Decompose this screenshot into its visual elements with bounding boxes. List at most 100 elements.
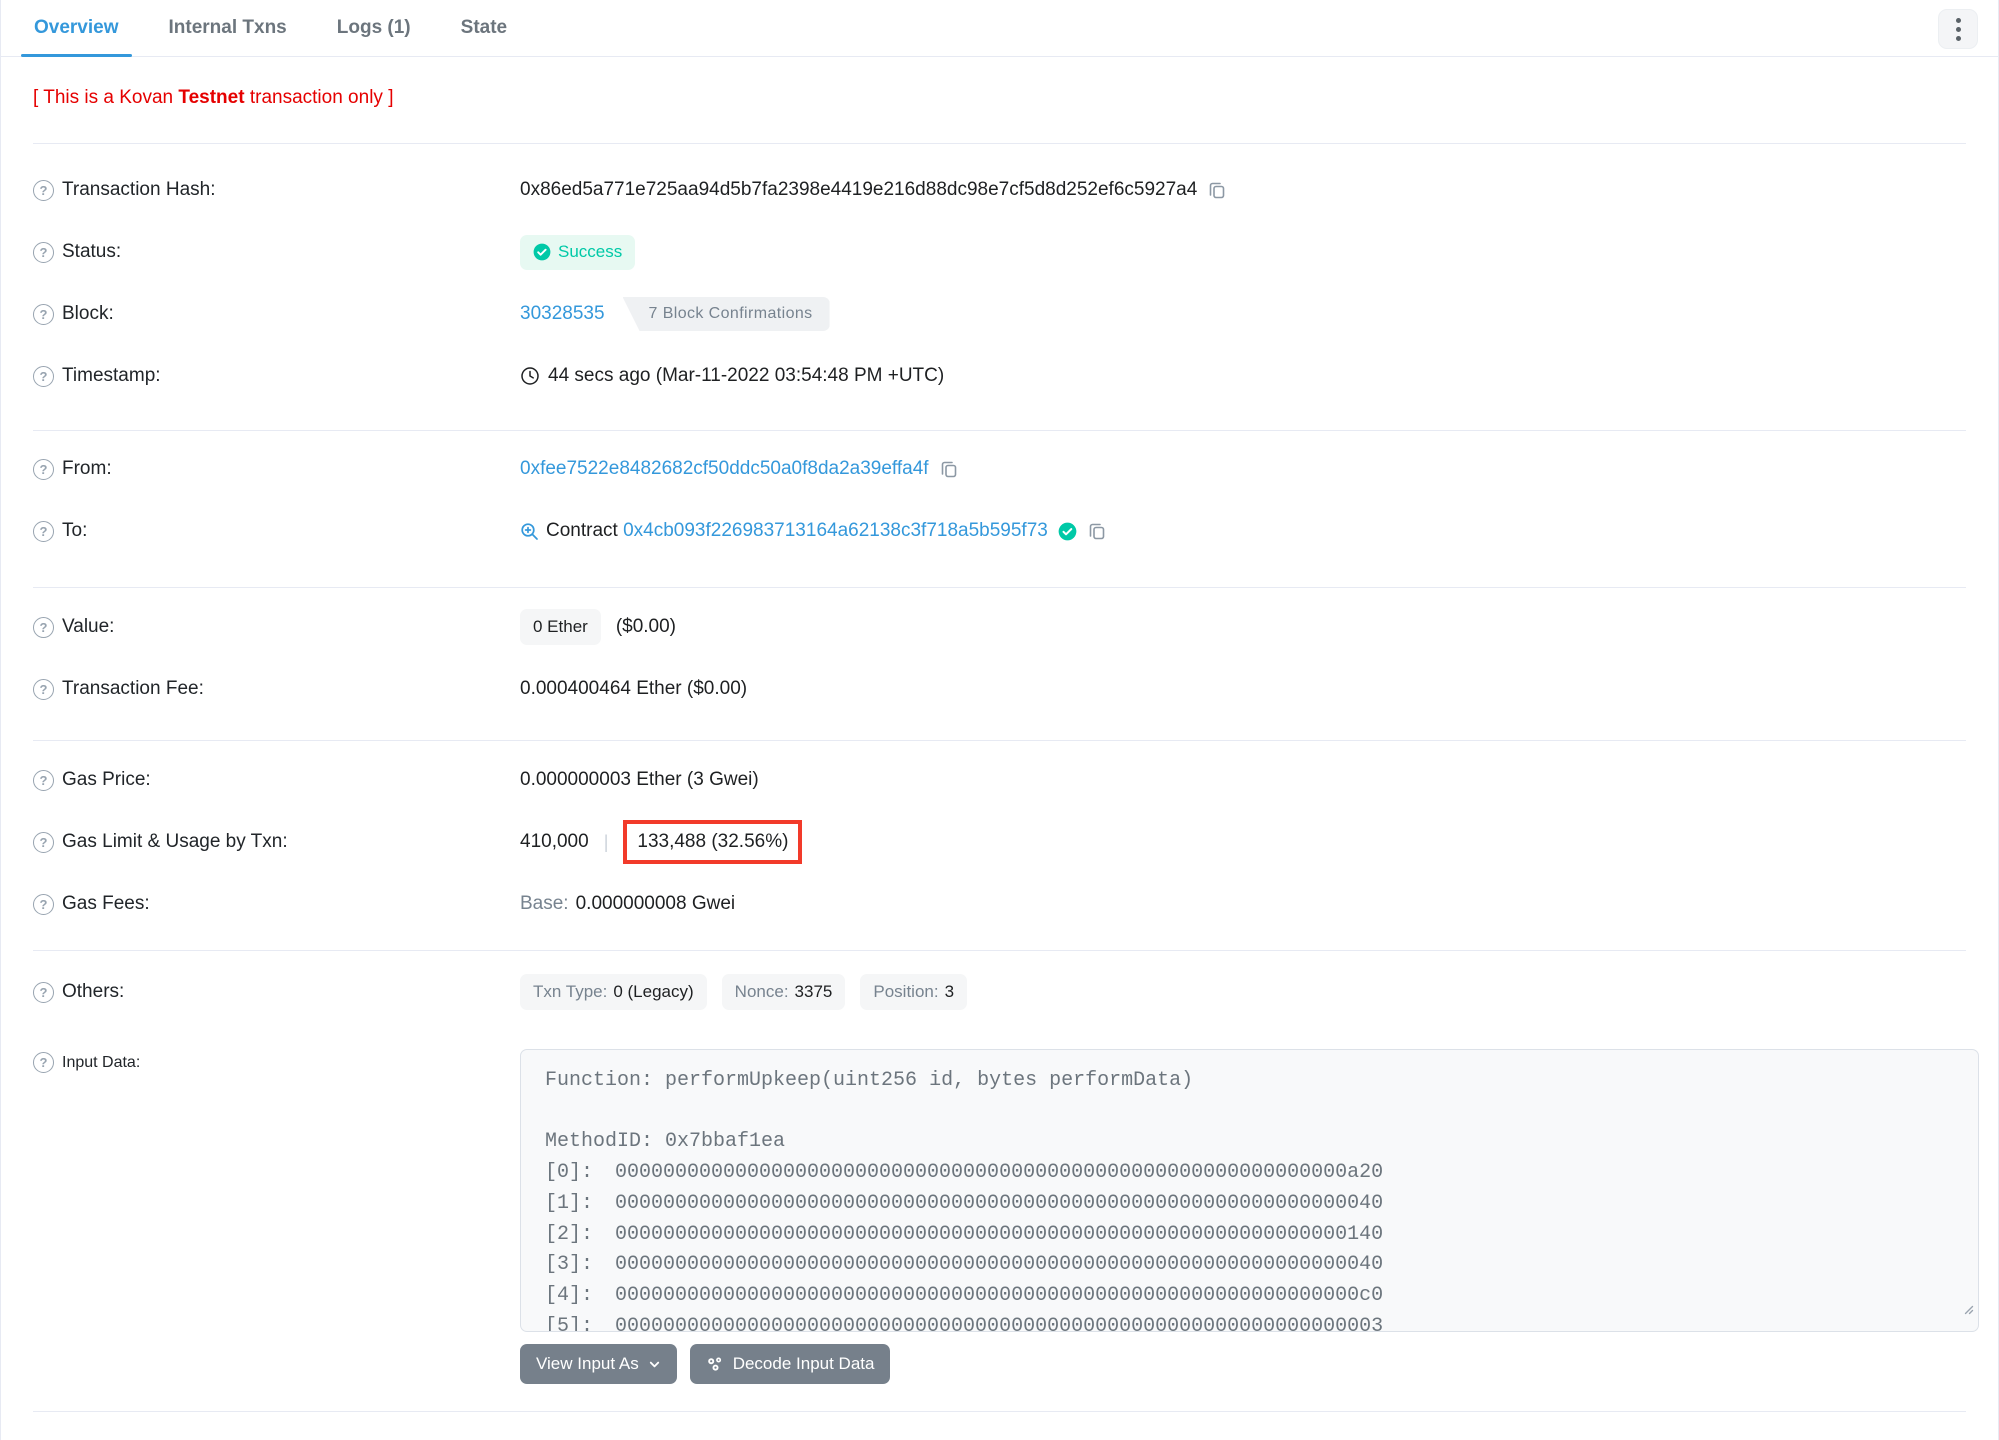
input-data-textarea[interactable]: Function: performUpkeep(uint256 id, byte… — [520, 1049, 1979, 1332]
help-icon[interactable]: ? — [33, 981, 54, 1003]
transaction-fee-value: 0.000400464 Ether ($0.00) — [520, 678, 748, 699]
help-icon[interactable]: ? — [33, 365, 54, 387]
tab-internal-txns[interactable]: Internal Txns — [156, 0, 300, 56]
status-badge: Success — [520, 234, 636, 270]
gas-limit-label: Gas Limit & Usage by Txn: — [62, 831, 288, 852]
section-gas: ? Gas Price: 0.000000003 Ether (3 Gwei) … — [1, 741, 1998, 950]
from-label: From: — [62, 458, 112, 479]
row-gas-limit-usage: ? Gas Limit & Usage by Txn: 410,000 | 13… — [1, 811, 1998, 873]
decode-icon — [706, 1355, 724, 1373]
section-hash-status-block-time: ? Transaction Hash: 0x86ed5a771e725aa94d… — [1, 144, 1998, 430]
section-others-input: ? Others: Txn Type: 0 (Legacy) Nonce: 33… — [1, 951, 1998, 1411]
value-usd: ($0.00) — [615, 616, 677, 637]
row-timestamp: ? Timestamp: 44 secs ago (Mar-11-2022 03… — [1, 345, 1998, 407]
view-input-as-button[interactable]: View Input As — [520, 1344, 677, 1384]
notice-prefix: [ This is a Kovan — [33, 87, 179, 108]
gas-limit-value: 410,000 — [520, 831, 589, 852]
block-number-link[interactable]: 30328535 — [520, 303, 605, 325]
decode-input-data-button[interactable]: Decode Input Data — [689, 1344, 891, 1384]
row-input-data: ? Input Data: Function: performUpkeep(ui… — [1, 1049, 1998, 1332]
gas-fees-label: Gas Fees: — [62, 893, 150, 914]
section-from-to: ? From: 0xfee7522e8482682cf50ddc50a0f8da… — [1, 431, 1998, 587]
gas-separator: | — [603, 831, 609, 852]
txn-type-badge: Txn Type: 0 (Legacy) — [520, 974, 707, 1010]
verified-check-icon — [1058, 522, 1077, 541]
copy-icon[interactable] — [1087, 521, 1107, 541]
nonce-value: 3375 — [794, 982, 833, 1001]
magnifier-plus-icon[interactable] — [520, 522, 539, 541]
row-others: ? Others: Txn Type: 0 (Legacy) Nonce: 33… — [1, 961, 1998, 1023]
input-actions: View Input As Decode Input Data — [1, 1344, 1998, 1384]
timestamp-value: 44 secs ago (Mar-11-2022 03:54:48 PM +UT… — [548, 365, 945, 386]
to-label: To: — [62, 520, 88, 541]
help-icon[interactable]: ? — [33, 893, 54, 915]
timestamp-label: Timestamp: — [62, 365, 161, 386]
copy-icon[interactable] — [939, 459, 959, 479]
gas-price-value: 0.000000003 Ether (3 Gwei) — [520, 769, 759, 790]
tab-logs[interactable]: Logs (1) — [324, 0, 424, 56]
status-value: Success — [558, 242, 623, 261]
position-value: 3 — [944, 982, 955, 1001]
gas-usage-highlight-box: 133,488 (32.56%) — [623, 820, 803, 864]
clock-icon — [520, 366, 540, 386]
input-word-row: [4]: 000000000000000000000000000000000000… — [545, 1283, 1384, 1307]
help-icon[interactable]: ? — [33, 303, 54, 325]
help-icon[interactable]: ? — [33, 831, 54, 853]
resize-grip-icon[interactable] — [1960, 1297, 1975, 1328]
check-circle-icon — [533, 243, 551, 261]
tab-overview[interactable]: Overview — [21, 0, 132, 57]
value-label: Value: — [62, 616, 115, 637]
input-methodid-line: MethodID: 0x7bbaf1ea — [545, 1130, 786, 1154]
help-icon[interactable]: ? — [33, 1052, 54, 1073]
row-block: ? Block: 30328535 7 Block Confirmations — [1, 283, 1998, 345]
transaction-overview-card: Overview Internal Txns Logs (1) State [ … — [0, 0, 1999, 1440]
transaction-hash-value: 0x86ed5a771e725aa94d5b7fa2398e4419e216d8… — [520, 179, 1198, 200]
tab-bar: Overview Internal Txns Logs (1) State — [1, 0, 1998, 57]
row-status: ? Status: Success — [1, 221, 1998, 283]
gas-price-label: Gas Price: — [62, 769, 151, 790]
nonce-badge: Nonce: 3375 — [721, 974, 846, 1010]
divider — [33, 1411, 1966, 1412]
row-to: ? To: Contract 0x4cb093f226983713164a621… — [1, 500, 1998, 562]
section-value-fee: ? Value: 0 Ether ($0.00) ? Transaction F… — [1, 588, 1998, 740]
block-confirmations-badge: 7 Block Confirmations — [622, 297, 830, 331]
row-transaction-hash: ? Transaction Hash: 0x86ed5a771e725aa94d… — [1, 159, 1998, 221]
tab-state[interactable]: State — [448, 0, 520, 56]
nonce-label: Nonce: — [734, 982, 789, 1001]
help-icon[interactable]: ? — [33, 678, 54, 700]
help-icon[interactable]: ? — [33, 520, 54, 542]
more-options-button[interactable] — [1938, 9, 1978, 49]
decode-input-data-label: Decode Input Data — [732, 1354, 875, 1373]
help-icon[interactable]: ? — [33, 616, 54, 638]
testnet-notice: [ This is a Kovan Testnet transaction on… — [33, 86, 1966, 109]
row-value: ? Value: 0 Ether ($0.00) — [1, 596, 1998, 658]
row-from: ? From: 0xfee7522e8482682cf50ddc50a0f8da… — [1, 438, 1998, 500]
others-label: Others: — [62, 981, 125, 1002]
chevron-down-icon — [648, 1358, 661, 1371]
notice-suffix: transaction only ] — [244, 87, 394, 108]
input-word-row: [3]: 000000000000000000000000000000000000… — [545, 1253, 1384, 1277]
help-icon[interactable]: ? — [33, 241, 54, 263]
to-address-link[interactable]: 0x4cb093f226983713164a62138c3f718a5b595f… — [623, 520, 1048, 542]
row-transaction-fee: ? Transaction Fee: 0.000400464 Ether ($0… — [1, 658, 1998, 720]
copy-icon[interactable] — [1207, 180, 1227, 200]
kebab-icon — [1955, 17, 1961, 23]
txn-type-label: Txn Type: — [533, 982, 608, 1001]
view-input-as-label: View Input As — [536, 1354, 639, 1373]
help-icon[interactable]: ? — [33, 458, 54, 480]
status-label: Status: — [62, 241, 122, 262]
input-word-row: [0]: 000000000000000000000000000000000000… — [545, 1161, 1384, 1185]
ether-value-badge: 0 Ether — [520, 609, 601, 645]
from-address-link[interactable]: 0xfee7522e8482682cf50ddc50a0f8da2a39effa… — [520, 458, 929, 480]
txn-type-value: 0 (Legacy) — [613, 982, 694, 1001]
position-badge: Position: 3 — [860, 974, 968, 1010]
gas-base-label: Base: — [520, 893, 569, 914]
transaction-hash-label: Transaction Hash: — [62, 179, 216, 200]
input-function-line: Function: performUpkeep(uint256 id, byte… — [545, 1069, 1194, 1092]
input-data-label: Input Data: — [62, 1053, 141, 1071]
row-gas-price: ? Gas Price: 0.000000003 Ether (3 Gwei) — [1, 749, 1998, 811]
help-icon[interactable]: ? — [33, 179, 54, 201]
transaction-fee-label: Transaction Fee: — [62, 678, 204, 699]
help-icon[interactable]: ? — [33, 769, 54, 791]
input-word-row: [1]: 000000000000000000000000000000000000… — [545, 1191, 1384, 1215]
